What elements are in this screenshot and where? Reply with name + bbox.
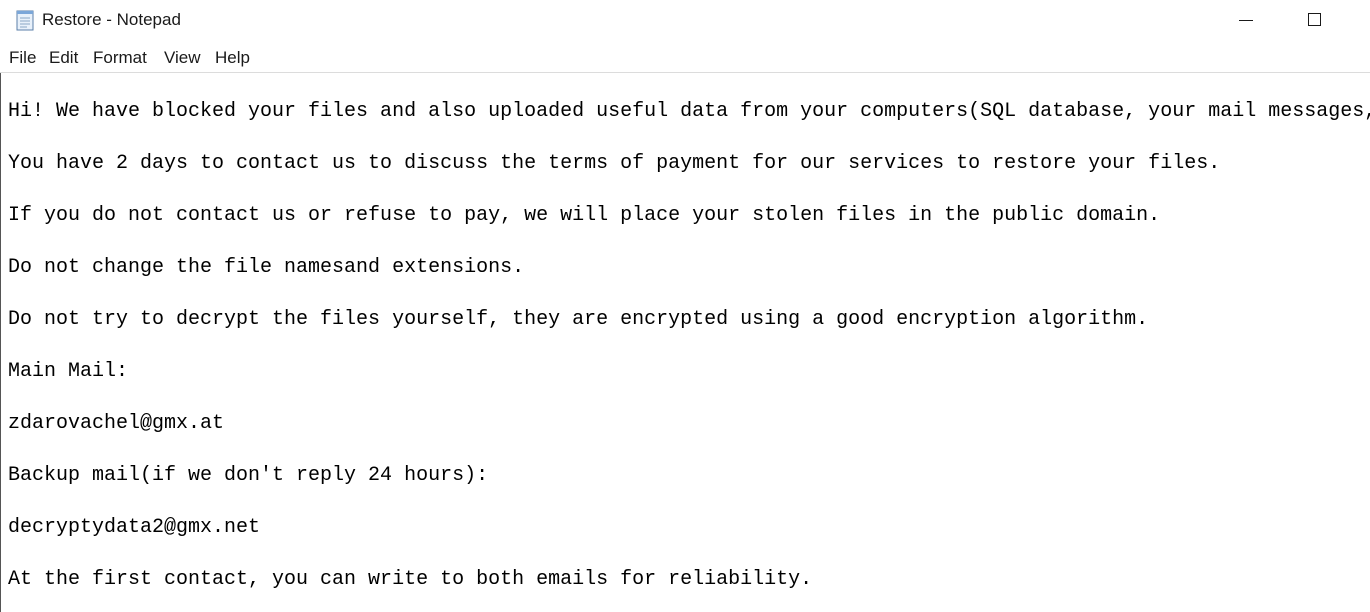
document-line: At the first contact, you can write to b… xyxy=(8,568,813,591)
menu-help[interactable]: Help xyxy=(215,48,250,68)
minimize-icon xyxy=(1239,20,1253,21)
menu-format[interactable]: Format xyxy=(93,48,147,68)
maximize-button[interactable] xyxy=(1282,0,1350,42)
editor-left-border xyxy=(0,73,1,612)
document-line: zdarovachel@gmx.at xyxy=(8,412,225,435)
menu-bar: File Edit Format View Help xyxy=(0,44,1370,72)
text-editor-area[interactable]: Hi! We have blocked your files and also … xyxy=(0,73,1370,612)
document-line: Hi! We have blocked your files and also … xyxy=(8,100,1370,123)
document-line: Main Mail: xyxy=(8,360,129,383)
document-line: Backup mail(if we don't reply 24 hours): xyxy=(8,464,489,487)
maximize-icon xyxy=(1308,13,1321,26)
title-bar[interactable]: Restore - Notepad xyxy=(0,0,1370,42)
document-line: Do not try to decrypt the files yourself… xyxy=(8,308,1149,331)
window-title: Restore - Notepad xyxy=(42,10,181,29)
notepad-window: Restore - Notepad File Edit Format View … xyxy=(0,0,1370,612)
menu-view[interactable]: View xyxy=(164,48,201,68)
document-line: You have 2 days to contact us to discuss… xyxy=(8,152,1221,175)
minimize-button[interactable] xyxy=(1212,0,1280,42)
document-line: Do not change the file namesand extensio… xyxy=(8,256,525,279)
menu-edit[interactable]: Edit xyxy=(49,48,78,68)
document-line: decryptydata2@gmx.net xyxy=(8,516,261,539)
menu-file[interactable]: File xyxy=(9,48,36,68)
notepad-icon xyxy=(16,10,34,31)
document-line: If you do not contact us or refuse to pa… xyxy=(8,204,1161,227)
